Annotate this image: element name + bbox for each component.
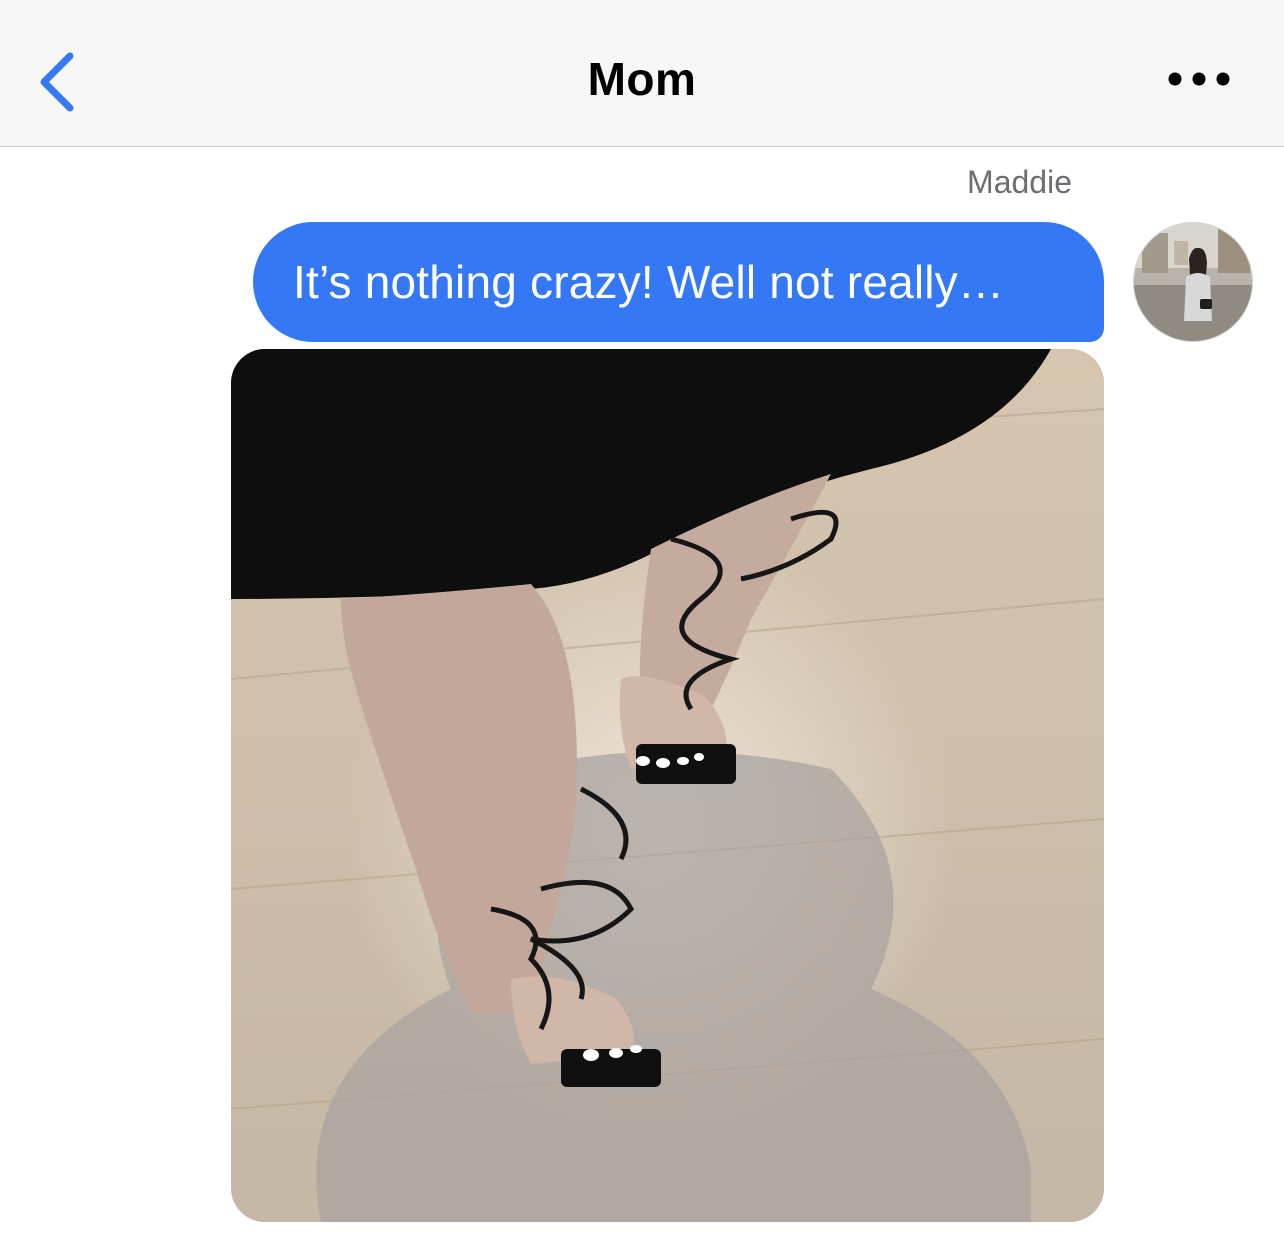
navigation-header: Mom [0,0,1284,147]
message-text: It’s nothing crazy! Well not really… [293,256,1005,308]
avatar-photo [1134,223,1252,341]
photo-content [231,349,1104,1222]
conversation-title: Mom [587,53,697,105]
ellipsis-icon [1168,72,1230,86]
sender-name: Maddie [967,164,1072,200]
more-options-button[interactable] [1166,64,1232,94]
message-bubble[interactable]: It’s nothing crazy! Well not really… [253,222,1104,342]
avatar[interactable] [1133,222,1253,342]
image-message[interactable] [231,349,1104,1222]
